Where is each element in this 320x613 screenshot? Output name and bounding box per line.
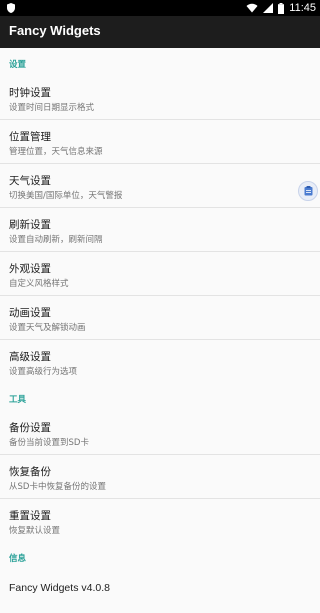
item-refresh-settings[interactable]: 刷新设置 设置自动刷新，刷新间隔	[0, 208, 320, 252]
item-subtitle: 设置时间日期显示格式	[9, 103, 95, 113]
status-bar: 11:45	[0, 0, 320, 16]
item-advanced-settings[interactable]: 高级设置 设置高级行为选项	[0, 340, 320, 383]
item-subtitle: 自定义风格样式	[9, 279, 69, 289]
app-title: Fancy Widgets	[9, 23, 101, 38]
item-animation-settings[interactable]: 动画设置 设置天气及解锁动画	[0, 296, 320, 340]
clipboard-icon	[304, 186, 312, 196]
item-subtitle: 恢复默认设置	[9, 526, 61, 536]
item-subtitle: 切换美国/国际单位，天气警报	[9, 191, 123, 201]
item-version-info[interactable]: Fancy Widgets v4.0.8	[0, 570, 320, 613]
item-subtitle: 设置高级行为选项	[9, 367, 78, 377]
signal-icon	[263, 3, 274, 13]
item-title: 天气设置	[9, 175, 51, 187]
item-title: 重置设置	[9, 510, 51, 522]
item-title: 时钟设置	[9, 87, 51, 99]
item-subtitle: 备份当前设置到SD卡	[9, 438, 89, 448]
item-restore-backup[interactable]: 恢复备份 从SD卡中恢复备份的设置	[0, 455, 320, 499]
settings-list: 设置 时钟设置 设置时间日期显示格式 位置管理 管理位置，天气信息来源 天气设置…	[0, 48, 320, 613]
section-header-info: 信息	[0, 542, 320, 570]
item-title: 恢复备份	[9, 466, 51, 478]
item-location-management[interactable]: 位置管理 管理位置，天气信息来源	[0, 120, 320, 164]
item-subtitle: 管理位置，天气信息来源	[9, 147, 103, 157]
item-subtitle: 设置天气及解锁动画	[9, 323, 86, 333]
item-title: 刷新设置	[9, 219, 51, 231]
item-reset-settings[interactable]: 重置设置 恢复默认设置	[0, 499, 320, 542]
item-title: 外观设置	[9, 263, 51, 275]
app-bar: Fancy Widgets	[0, 16, 320, 48]
version-label: Fancy Widgets v4.0.8	[9, 582, 110, 594]
item-weather-settings[interactable]: 天气设置 切换美国/国际单位，天气警报	[0, 164, 320, 208]
section-header-label: 设置	[9, 60, 27, 70]
item-appearance-settings[interactable]: 外观设置 自定义风格样式	[0, 252, 320, 296]
item-title: 高级设置	[9, 351, 51, 363]
item-subtitle: 从SD卡中恢复备份的设置	[9, 482, 106, 492]
section-header-label: 工具	[9, 395, 27, 405]
battery-icon	[278, 2, 285, 14]
wifi-icon	[246, 3, 258, 13]
floating-clipboard-button[interactable]	[298, 181, 318, 201]
status-time: 11:45	[289, 2, 316, 14]
section-header-label: 信息	[9, 554, 27, 564]
section-header-settings: 设置	[0, 48, 320, 76]
item-title: 位置管理	[9, 131, 51, 143]
item-subtitle: 设置自动刷新，刷新间隔	[9, 235, 103, 245]
item-clock-settings[interactable]: 时钟设置 设置时间日期显示格式	[0, 76, 320, 120]
item-title: 动画设置	[9, 307, 51, 319]
item-title: 备份设置	[9, 422, 51, 434]
section-header-tools: 工具	[0, 383, 320, 411]
item-backup-settings[interactable]: 备份设置 备份当前设置到SD卡	[0, 411, 320, 455]
notification-shield-icon	[7, 3, 15, 13]
